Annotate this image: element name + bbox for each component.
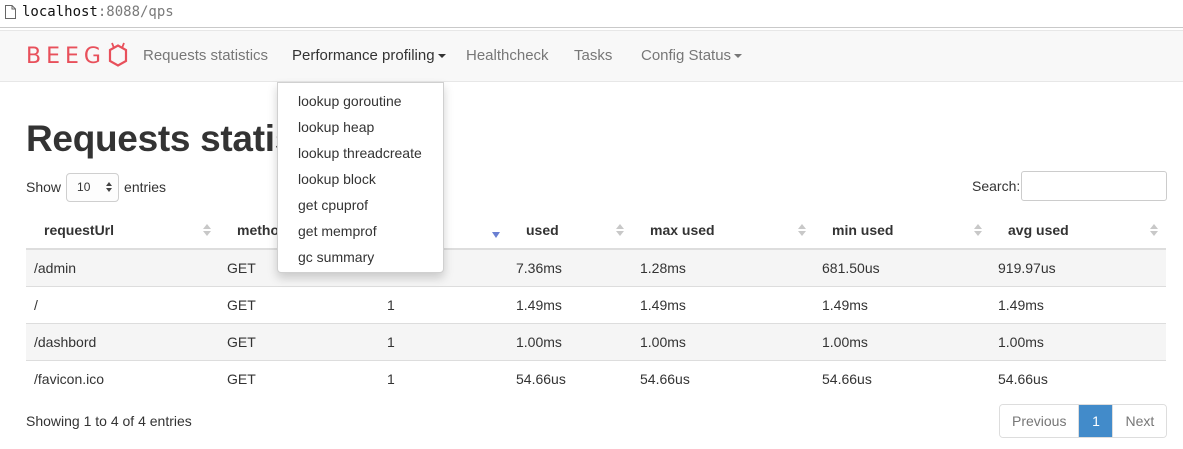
cell-used: 1.00ms xyxy=(508,322,632,360)
cell-times: 1 xyxy=(379,285,508,323)
sort-icon xyxy=(616,224,624,238)
cell-min-used: 681.50us xyxy=(814,248,990,286)
caret-down-icon xyxy=(437,54,446,59)
cell-method: GET xyxy=(219,285,379,323)
table-row: /dashbord GET 1 1.00ms 1.00ms 1.00ms 1.0… xyxy=(26,322,1166,360)
url-text: localhost:8088/qps xyxy=(22,4,174,20)
sort-icon xyxy=(974,224,982,238)
table-row: /favicon.ico GET 1 54.66us 54.66us 54.66… xyxy=(26,359,1166,397)
menu-item-lookup-goroutine[interactable]: lookup goroutine xyxy=(278,88,443,114)
select-arrows-icon xyxy=(106,182,113,192)
cell-min-used: 1.00ms xyxy=(814,322,990,360)
table-info: Showing 1 to 4 of 4 entries xyxy=(26,413,192,429)
beego-hexagon-icon xyxy=(108,42,128,67)
cell-used: 1.49ms xyxy=(508,285,632,323)
search-label: Search: xyxy=(972,178,1021,194)
cell-max-used: 1.49ms xyxy=(632,285,814,323)
cell-method: GET xyxy=(219,322,379,360)
cell-avg-used: 919.97us xyxy=(990,248,1166,286)
nav-tasks[interactable]: Tasks xyxy=(574,47,612,64)
column-header-max-used[interactable]: max used xyxy=(632,211,814,250)
table-row: /admin GET 7.36ms 1.28ms 681.50us 919.97… xyxy=(26,248,1166,286)
performance-profiling-menu: lookup goroutine lookup heap lookup thre… xyxy=(277,82,444,273)
cell-max-used: 1.28ms xyxy=(632,248,814,286)
cell-method: GET xyxy=(219,359,379,397)
cell-used: 54.66us xyxy=(508,359,632,397)
nav-config-status[interactable]: Config Status xyxy=(641,47,743,64)
previous-button[interactable]: Previous xyxy=(1000,405,1079,437)
cell-min-used: 54.66us xyxy=(814,359,990,397)
cell-requesturl: / xyxy=(26,285,219,323)
column-header-avg-used[interactable]: avg used xyxy=(990,211,1166,250)
requests-table: requestUrl method times used max used mi… xyxy=(26,211,1166,397)
next-button[interactable]: Next xyxy=(1112,405,1167,437)
nav-requests-statistics[interactable]: Requests statistics xyxy=(143,47,268,64)
search-control: Search: xyxy=(972,171,1168,201)
cell-times: 1 xyxy=(379,359,508,397)
cell-min-used: 1.49ms xyxy=(814,285,990,323)
cell-used: 7.36ms xyxy=(508,248,632,286)
address-bar[interactable]: localhost:8088/qps xyxy=(0,0,1183,28)
page-length-select[interactable]: 10 xyxy=(66,172,120,202)
menu-item-get-memprof[interactable]: get memprof xyxy=(278,218,443,244)
table-row: / GET 1 1.49ms 1.49ms 1.49ms 1.49ms xyxy=(26,285,1166,323)
cell-requesturl: /favicon.ico xyxy=(26,359,219,397)
cell-requesturl: /dashbord xyxy=(26,322,219,360)
menu-item-lookup-heap[interactable]: lookup heap xyxy=(278,114,443,140)
column-header-requesturl[interactable]: requestUrl xyxy=(26,211,219,250)
page-length-control: Show 10 entries xyxy=(26,172,166,202)
entries-label: entries xyxy=(124,179,167,195)
show-label: Show xyxy=(26,179,62,195)
pagination: Previous 1 Next xyxy=(999,404,1168,438)
menu-item-gc-summary[interactable]: gc summary xyxy=(278,244,443,270)
menu-item-lookup-threadcreate[interactable]: lookup threadcreate xyxy=(278,140,443,166)
caret-down-icon xyxy=(734,54,743,59)
page-icon xyxy=(5,5,16,19)
column-header-used[interactable]: used xyxy=(508,211,632,250)
cell-max-used: 54.66us xyxy=(632,359,814,397)
sort-icon xyxy=(798,224,806,238)
cell-max-used: 1.00ms xyxy=(632,322,814,360)
nav-performance-profiling[interactable]: Performance profiling xyxy=(292,47,446,64)
cell-avg-used: 1.49ms xyxy=(990,285,1166,323)
nav-healthcheck[interactable]: Healthcheck xyxy=(466,47,549,64)
cell-times: 1 xyxy=(379,322,508,360)
navbar: BEEG Requests statistics Performance pro… xyxy=(0,30,1183,82)
sort-icon xyxy=(1150,224,1158,238)
cell-avg-used: 54.66us xyxy=(990,359,1166,397)
column-header-min-used[interactable]: min used xyxy=(814,211,990,250)
sort-desc-icon xyxy=(492,224,500,238)
page-1-button[interactable]: 1 xyxy=(1078,405,1113,437)
menu-item-get-cpuprof[interactable]: get cpuprof xyxy=(278,192,443,218)
brand-logo[interactable]: BEEG xyxy=(26,39,132,73)
table-header-row: requestUrl method times used max used mi… xyxy=(26,211,1166,250)
cell-avg-used: 1.00ms xyxy=(990,322,1166,360)
search-input[interactable] xyxy=(1021,171,1168,201)
cell-requesturl: /admin xyxy=(26,248,219,286)
menu-item-lookup-block[interactable]: lookup block xyxy=(278,166,443,192)
sort-icon xyxy=(203,224,211,238)
